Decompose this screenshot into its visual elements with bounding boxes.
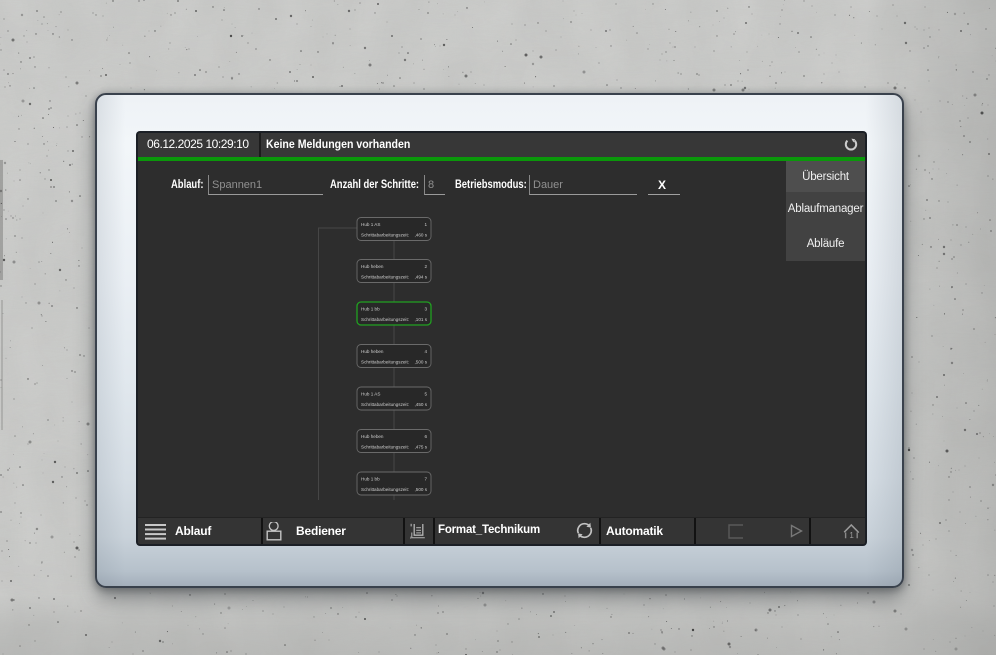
svg-text:Schrittabarbeitungszeit:: Schrittabarbeitungszeit:: [361, 233, 409, 238]
svg-text:2: 2: [424, 264, 427, 269]
svg-text:,494 s: ,494 s: [414, 275, 427, 280]
svg-text:Hub 1 AS: Hub 1 AS: [361, 392, 380, 397]
svg-text:Hub heben: Hub heben: [361, 434, 384, 439]
svg-text:Hub 1 bb: Hub 1 bb: [361, 477, 380, 482]
svg-text:Schrittabarbeitungszeit:: Schrittabarbeitungszeit:: [361, 317, 409, 322]
svg-text:1: 1: [849, 531, 854, 539]
svg-text:Hub heben: Hub heben: [361, 264, 384, 269]
svg-text:,500 s: ,500 s: [414, 487, 427, 492]
svg-text:3: 3: [424, 307, 427, 312]
svg-text:Schrittabarbeitungszeit:: Schrittabarbeitungszeit:: [361, 445, 409, 450]
svg-text:Schrittabarbeitungszeit:: Schrittabarbeitungszeit:: [361, 487, 409, 492]
svg-text:5: 5: [424, 392, 427, 397]
svg-text:Hub 1 AS: Hub 1 AS: [361, 222, 380, 227]
svg-text:,475 s: ,475 s: [414, 445, 427, 450]
svg-text:,101 s: ,101 s: [414, 317, 427, 322]
svg-text:6: 6: [424, 434, 427, 439]
svg-text:Hub heben: Hub heben: [361, 349, 384, 354]
svg-text:,450 s: ,450 s: [414, 402, 427, 407]
svg-text:Schrittabarbeitungszeit:: Schrittabarbeitungszeit:: [361, 360, 409, 365]
svg-text:,460 s: ,460 s: [414, 233, 427, 238]
svg-text:7: 7: [424, 477, 427, 482]
svg-text:Schrittabarbeitungszeit:: Schrittabarbeitungszeit:: [361, 402, 409, 407]
svg-text:Schrittabarbeitungszeit:: Schrittabarbeitungszeit:: [361, 275, 409, 280]
svg-text:Hub 1 bb: Hub 1 bb: [361, 307, 380, 312]
svg-text:,500 s: ,500 s: [414, 360, 427, 365]
svg-text:1: 1: [424, 222, 427, 227]
svg-text:4: 4: [424, 349, 427, 354]
